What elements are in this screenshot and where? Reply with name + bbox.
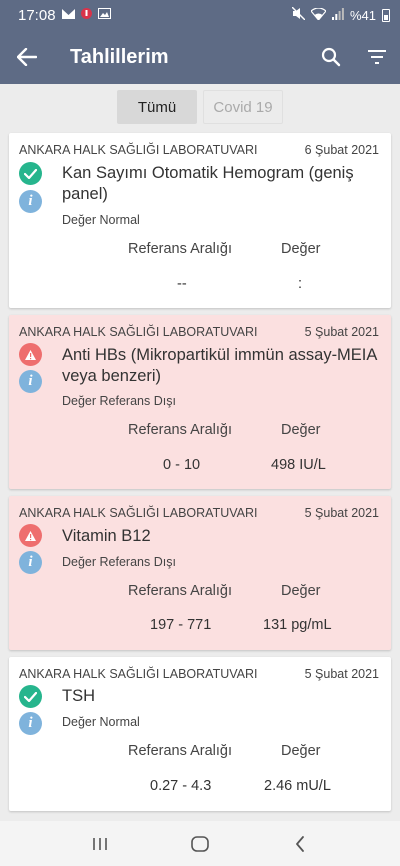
info-icon[interactable]: i: [19, 190, 42, 213]
filter-button[interactable]: [354, 30, 400, 84]
battery-icon: [382, 8, 390, 22]
reference-value: 0.27 - 4.3: [150, 778, 212, 794]
status-time: 17:08: [18, 6, 56, 24]
app-bar: Tahlillerim: [0, 30, 400, 84]
value-header: Değer: [281, 422, 321, 438]
result-value: 131 pg/mL: [263, 617, 332, 633]
tab-all[interactable]: Tümü: [117, 90, 197, 124]
signal-icon: [331, 7, 344, 23]
result-card[interactable]: ANKARA HALK SAĞLIĞI LABORATUVARI 5 Şubat…: [9, 315, 391, 489]
test-name: Kan Sayımı Otomatik Hemogram (geniş pane…: [62, 164, 354, 203]
warning-icon: [19, 524, 42, 547]
test-name: Anti HBs (Mikropartikül immün assay-MEIA…: [62, 346, 377, 385]
page-title: Tahlillerim: [70, 45, 169, 68]
result-card[interactable]: ANKARA HALK SAĞLIĞI LABORATUVARI 6 Şubat…: [9, 133, 391, 308]
reference-header: Referans Aralığı: [128, 422, 232, 438]
search-icon: [321, 47, 341, 67]
status-bar: 17:08 %41: [0, 0, 400, 30]
filter-icon: [368, 50, 386, 64]
system-nav-bar: [0, 821, 400, 866]
home-button[interactable]: [180, 824, 220, 864]
reference-header: Referans Aralığı: [128, 743, 232, 759]
tab-bar: Tümü Covid 19: [0, 90, 400, 126]
search-button[interactable]: [308, 30, 354, 84]
result-date: 5 Şubat 2021: [304, 667, 379, 681]
back-icon: [296, 835, 304, 852]
result-status: Değer Referans Dışı: [62, 555, 176, 569]
shield-icon: [80, 7, 92, 23]
mail-icon: [61, 8, 75, 22]
warning-icon: [19, 343, 42, 366]
lab-name: ANKARA HALK SAĞLIĞI LABORATUVARI: [19, 667, 258, 681]
result-value: 2.46 mU/L: [264, 778, 331, 794]
check-icon: [19, 162, 42, 185]
test-name: TSH: [62, 687, 95, 705]
reference-value: --: [177, 276, 187, 292]
result-date: 6 Şubat 2021: [304, 143, 379, 157]
battery-text: %41: [349, 7, 376, 23]
reference-header: Referans Aralığı: [128, 241, 232, 257]
result-card[interactable]: ANKARA HALK SAĞLIĞI LABORATUVARI 5 Şubat…: [9, 657, 391, 811]
result-value: 498 IU/L: [271, 457, 326, 473]
result-status: Değer Normal: [62, 715, 140, 729]
reference-value: 197 - 771: [150, 617, 212, 633]
test-name: Vitamin B12: [62, 527, 151, 545]
arrow-left-icon: [17, 48, 37, 66]
recent-apps-icon: [93, 837, 107, 850]
value-header: Değer: [281, 241, 321, 257]
lab-name: ANKARA HALK SAĞLIĞI LABORATUVARI: [19, 143, 258, 157]
lab-name: ANKARA HALK SAĞLIĞI LABORATUVARI: [19, 506, 258, 520]
home-icon: [191, 835, 209, 852]
recent-apps-button[interactable]: [80, 824, 120, 864]
result-date: 5 Şubat 2021: [304, 506, 379, 520]
image-icon: [97, 8, 111, 22]
tab-covid19[interactable]: Covid 19: [203, 90, 283, 124]
info-icon[interactable]: i: [19, 551, 42, 574]
result-status: Değer Referans Dışı: [62, 394, 176, 408]
back-button[interactable]: [0, 30, 54, 84]
result-date: 5 Şubat 2021: [304, 325, 379, 339]
info-icon[interactable]: i: [19, 712, 42, 735]
result-card[interactable]: ANKARA HALK SAĞLIĞI LABORATUVARI 5 Şubat…: [9, 496, 391, 650]
value-header: Değer: [281, 583, 321, 599]
reference-header: Referans Aralığı: [128, 583, 232, 599]
check-icon: [19, 685, 42, 708]
reference-value: 0 - 10: [163, 457, 201, 473]
info-icon[interactable]: i: [19, 370, 42, 393]
mute-icon: [291, 6, 306, 23]
result-value: :: [298, 276, 303, 292]
wifi-icon: [310, 6, 327, 23]
nav-back-button[interactable]: [280, 824, 320, 864]
lab-name: ANKARA HALK SAĞLIĞI LABORATUVARI: [19, 325, 258, 339]
value-header: Değer: [281, 743, 321, 759]
result-status: Değer Normal: [62, 213, 140, 227]
